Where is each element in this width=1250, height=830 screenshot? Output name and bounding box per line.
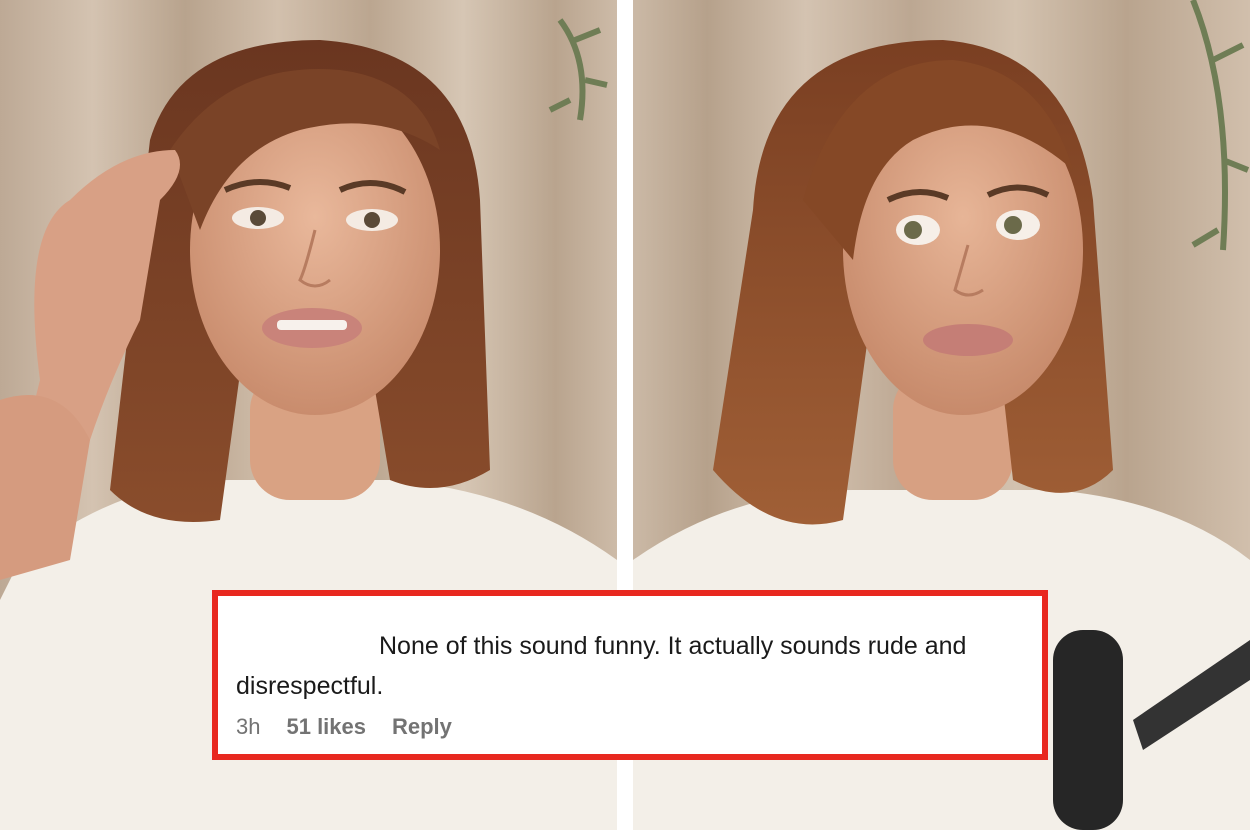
reply-button[interactable]: Reply bbox=[392, 714, 452, 740]
comment-meta: 3h 51 likes Reply bbox=[236, 714, 452, 740]
comment-text: None of this sound funny. It actually so… bbox=[236, 632, 967, 700]
comment-timestamp: 3h bbox=[236, 714, 261, 739]
comment-highlight-box: None of this sound funny. It actually so… bbox=[212, 590, 1048, 760]
comment-likes[interactable]: 51 likes bbox=[286, 714, 366, 740]
